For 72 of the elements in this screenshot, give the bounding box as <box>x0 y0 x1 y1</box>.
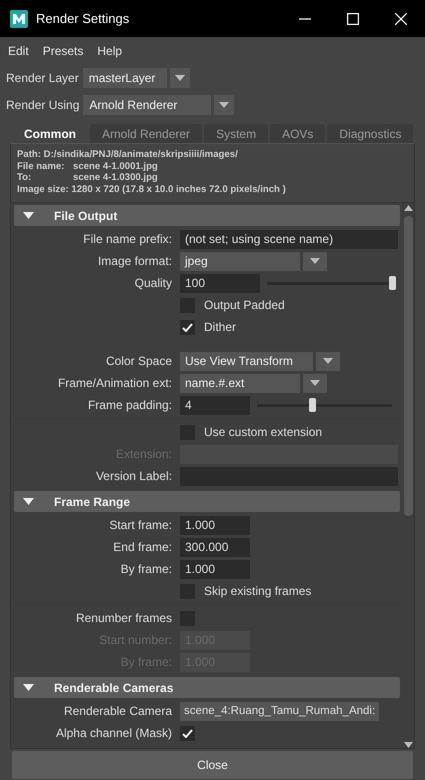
menu-item[interactable]: Help <box>97 44 122 58</box>
field-label: Start frame: <box>109 518 172 532</box>
field-label: End frame: <box>113 540 172 554</box>
field-label: Image format: <box>98 254 172 268</box>
number-field[interactable]: 1.000 <box>180 560 250 578</box>
collapse-triangle-icon[interactable] <box>23 498 34 505</box>
field-label: By frame: <box>120 562 172 576</box>
tab[interactable]: Diagnostics <box>327 124 414 143</box>
field-label: Render Using <box>6 98 80 112</box>
collapse-triangle-icon[interactable] <box>23 684 34 691</box>
text-field[interactable]: (not set; using scene name) <box>180 230 398 248</box>
tab[interactable]: AOVs <box>270 124 326 143</box>
info-value: scene 4-1.0300.jpg <box>73 172 158 184</box>
menu-item[interactable]: Edit <box>8 44 29 58</box>
camera-dropdown[interactable]: scene_4:Ruang_Tamu_Rumah_Andi: <box>180 702 380 720</box>
field-label: Frame padding: <box>88 398 172 412</box>
number-field[interactable]: 300.000 <box>180 538 250 556</box>
field-label: Color Space <box>106 354 172 368</box>
info-text: Path: D:/sindika/PNJ/8/animate/skripsiiii/images/ <box>17 149 239 160</box>
maximize-icon[interactable] <box>347 12 359 24</box>
tab[interactable]: System <box>204 124 268 143</box>
checkbox-label[interactable]: Use custom extension <box>204 425 322 439</box>
section-header[interactable]: File Output <box>14 205 400 226</box>
field-label: Renumber frames <box>76 611 172 625</box>
field-label: Version Label: <box>96 469 172 483</box>
number-field[interactable]: 1.000 <box>180 516 250 534</box>
tab[interactable]: Arnold Renderer <box>90 124 202 143</box>
dropdown[interactable]: jpeg <box>180 252 300 270</box>
dropdown[interactable]: name.#.ext <box>180 374 300 392</box>
checkbox-label[interactable]: Skip existing frames <box>204 584 312 598</box>
checkmark-icon <box>182 322 193 332</box>
dropdown-arrow-icon <box>322 358 333 364</box>
field-label: Frame/Animation ext: <box>58 376 172 390</box>
dropdown-arrow-icon <box>219 102 230 108</box>
scroll-up-arrow-icon[interactable] <box>404 205 412 211</box>
checkbox-label[interactable]: Dither <box>204 320 236 334</box>
section-header[interactable]: Frame Range <box>14 491 400 512</box>
app-logo-icon <box>10 10 28 28</box>
checkbox[interactable] <box>180 726 195 740</box>
field-label: Quality <box>134 276 172 290</box>
field-label: File name prefix: <box>83 232 172 246</box>
dropdown-arrow-icon <box>310 380 320 386</box>
dropdown[interactable]: Use View Transform <box>180 352 313 370</box>
info-text: Image size: 1280 x 720 (17.8 x 10.0 inches 72.0 pixels/inch ) <box>17 184 287 195</box>
field-label: Alpha channel (Mask) <box>56 726 172 740</box>
section-title: Renderable Cameras <box>54 680 174 694</box>
checkmark-icon <box>182 728 193 738</box>
section-title: Frame Range <box>54 494 130 508</box>
number-field[interactable]: 4 <box>180 396 250 414</box>
dropdown-arrow-icon <box>174 75 185 81</box>
slider-thumb[interactable] <box>309 398 316 412</box>
field-label: Renderable Camera <box>64 704 172 718</box>
section-header[interactable]: Renderable Cameras <box>14 677 400 698</box>
number-field[interactable]: 100 <box>180 274 260 292</box>
dropdown-arrow-icon <box>310 258 320 264</box>
info-label: File name: <box>17 160 66 172</box>
close-icon[interactable] <box>395 12 407 24</box>
window-title: Render Settings <box>36 11 130 26</box>
render-layer-dropdown[interactable]: masterLayer <box>82 68 167 88</box>
checkbox-label[interactable]: Output Padded <box>204 298 285 312</box>
info-label: To: <box>17 172 32 184</box>
section-title: File Output <box>54 208 118 222</box>
info-value: scene 4-1.0001.jpg <box>73 160 158 172</box>
checkbox[interactable] <box>180 320 195 334</box>
scroll-down-arrow-icon[interactable] <box>404 742 412 748</box>
collapse-triangle-icon[interactable] <box>23 212 34 219</box>
renderer-dropdown[interactable]: Arnold Renderer <box>83 95 212 115</box>
close-button[interactable]: Close <box>12 751 413 779</box>
field-label: Render Layer <box>6 71 79 85</box>
menu-item[interactable]: Presets <box>42 44 84 58</box>
scrollbar-thumb[interactable] <box>404 216 412 516</box>
slider-thumb[interactable] <box>389 276 396 290</box>
